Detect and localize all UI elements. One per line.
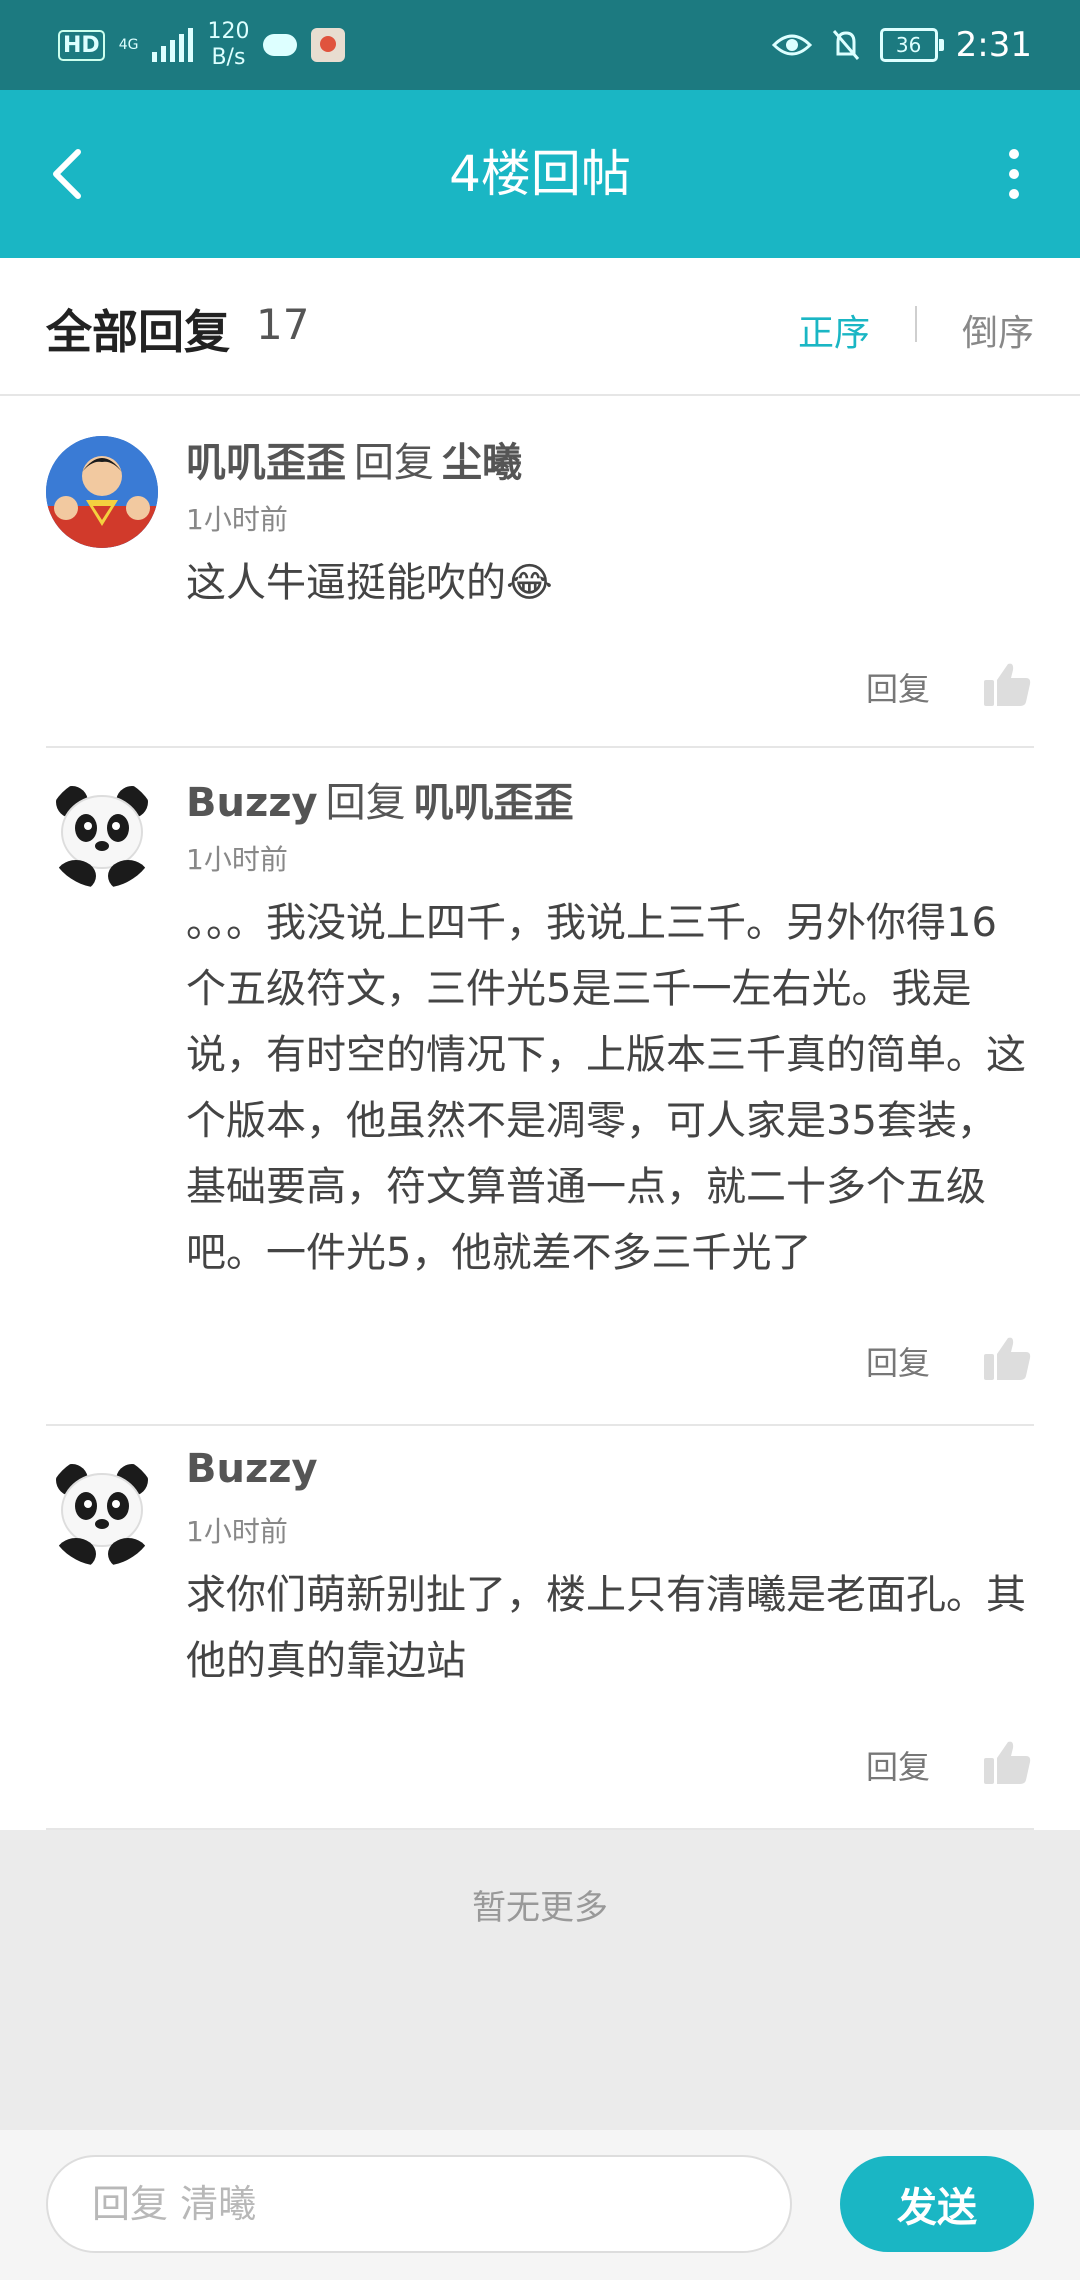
clock: 2:31 (955, 25, 1032, 65)
reply-input[interactable] (46, 2155, 792, 2253)
like-button[interactable] (982, 660, 1032, 708)
reply-item: Buzzy 回复 叽叽歪歪 1小时前 。。。我没说上四千，我说上三千。另外你得16个… (0, 748, 1080, 1426)
hd-badge: HD (58, 29, 105, 61)
reply-header: Buzzy (186, 1446, 318, 1492)
reply-time: 1小时前 (186, 843, 288, 876)
reply-button[interactable]: 回复 (866, 664, 930, 710)
bell-off-icon (832, 30, 859, 60)
list-footer: 暂无更多 (0, 1830, 1080, 2130)
sort-asc-tab[interactable]: 正序 (798, 304, 870, 356)
network-label: 4G (118, 37, 139, 53)
replies-count: 17 (256, 300, 310, 349)
reply-content: 。。。我没说上四千，我说上三千。另外你得16个五级符文，三件光5是三千一左右光。… (186, 900, 1026, 1276)
reply-author[interactable]: Buzzy (186, 1446, 318, 1492)
avatar[interactable] (46, 1454, 158, 1566)
more-vertical-icon (1009, 149, 1019, 159)
signal-icon (152, 28, 194, 62)
network-type: 4G (119, 38, 139, 52)
replies-title: 全部回复 (46, 305, 230, 359)
status-bar: HD 4G 120 B/s 36 2:31 (0, 0, 1080, 90)
app-notification-icon (311, 28, 346, 62)
page-title: 4楼回帖 (449, 145, 631, 203)
reply-header: 叽叽歪歪 回复 尘曦 (186, 430, 522, 488)
send-button[interactable]: 发送 (840, 2156, 1034, 2252)
thumbs-up-icon (984, 663, 1031, 706)
panda-avatar-icon (46, 1454, 158, 1566)
network-speed: 120 B/s (207, 19, 249, 71)
reply-time: 1小时前 (186, 503, 288, 536)
reply-button[interactable]: 回复 (866, 1338, 930, 1384)
nav-bar: 4楼回帖 (0, 90, 1080, 258)
status-right: 36 2:31 (771, 14, 1032, 76)
reply-author[interactable]: Buzzy (186, 780, 318, 826)
reply-word: 回复 (354, 440, 434, 486)
status-left: HD 4G 120 B/s (58, 14, 346, 76)
reply-word: 回复 (325, 780, 406, 826)
panda-avatar-icon (46, 776, 158, 888)
superman-avatar-icon (46, 436, 158, 548)
battery-icon: 36 (879, 28, 944, 62)
reply-list: 叽叽歪歪 回复 尘曦 1小时前 这人牛逼挺能吹的😂 回复 Buzzy 回复 叽叽… (0, 396, 1080, 1830)
no-more-label: 暂无更多 (472, 1888, 608, 1928)
replies-header: 全部回复 17 正序 倒序 (0, 258, 1080, 396)
more-dot (1009, 189, 1019, 199)
reply-content: 这人牛逼挺能吹的😂 (186, 560, 553, 606)
reply-button[interactable]: 回复 (866, 1742, 930, 1788)
speed-unit: B/s (211, 45, 246, 70)
cloud-icon (263, 34, 298, 56)
reply-time: 1小时前 (186, 1515, 288, 1548)
avatar[interactable] (46, 436, 158, 548)
eye-icon (771, 34, 812, 56)
reply-item: 叽叽歪歪 回复 尘曦 1小时前 这人牛逼挺能吹的😂 回复 (0, 404, 1080, 748)
sort-desc-tab[interactable]: 倒序 (962, 304, 1034, 356)
reply-header: Buzzy 回复 叽叽歪歪 (186, 770, 574, 828)
speed-value: 120 (207, 19, 250, 44)
sort-divider (915, 306, 917, 342)
reply-content: 求你们萌新别扯了，楼上只有清曦是老面孔。其他的真的靠边站 (186, 1572, 1026, 1684)
reply-target[interactable]: 叽叽歪歪 (414, 780, 574, 826)
like-button[interactable] (982, 1738, 1032, 1786)
reply-item: Buzzy 1小时前 求你们萌新别扯了，楼上只有清曦是老面孔。其他的真的靠边站 … (0, 1426, 1080, 1830)
thumbs-up-icon (984, 1741, 1031, 1784)
avatar[interactable] (46, 776, 158, 888)
thumbs-up-icon (984, 1337, 1031, 1380)
reply-target[interactable]: 尘曦 (442, 440, 522, 486)
more-button[interactable] (994, 138, 1034, 210)
like-button[interactable] (982, 1334, 1032, 1382)
reply-author[interactable]: 叽叽歪歪 (186, 440, 346, 486)
more-dot (1009, 169, 1019, 179)
reply-input-bar: 发送 (0, 2130, 1080, 2280)
